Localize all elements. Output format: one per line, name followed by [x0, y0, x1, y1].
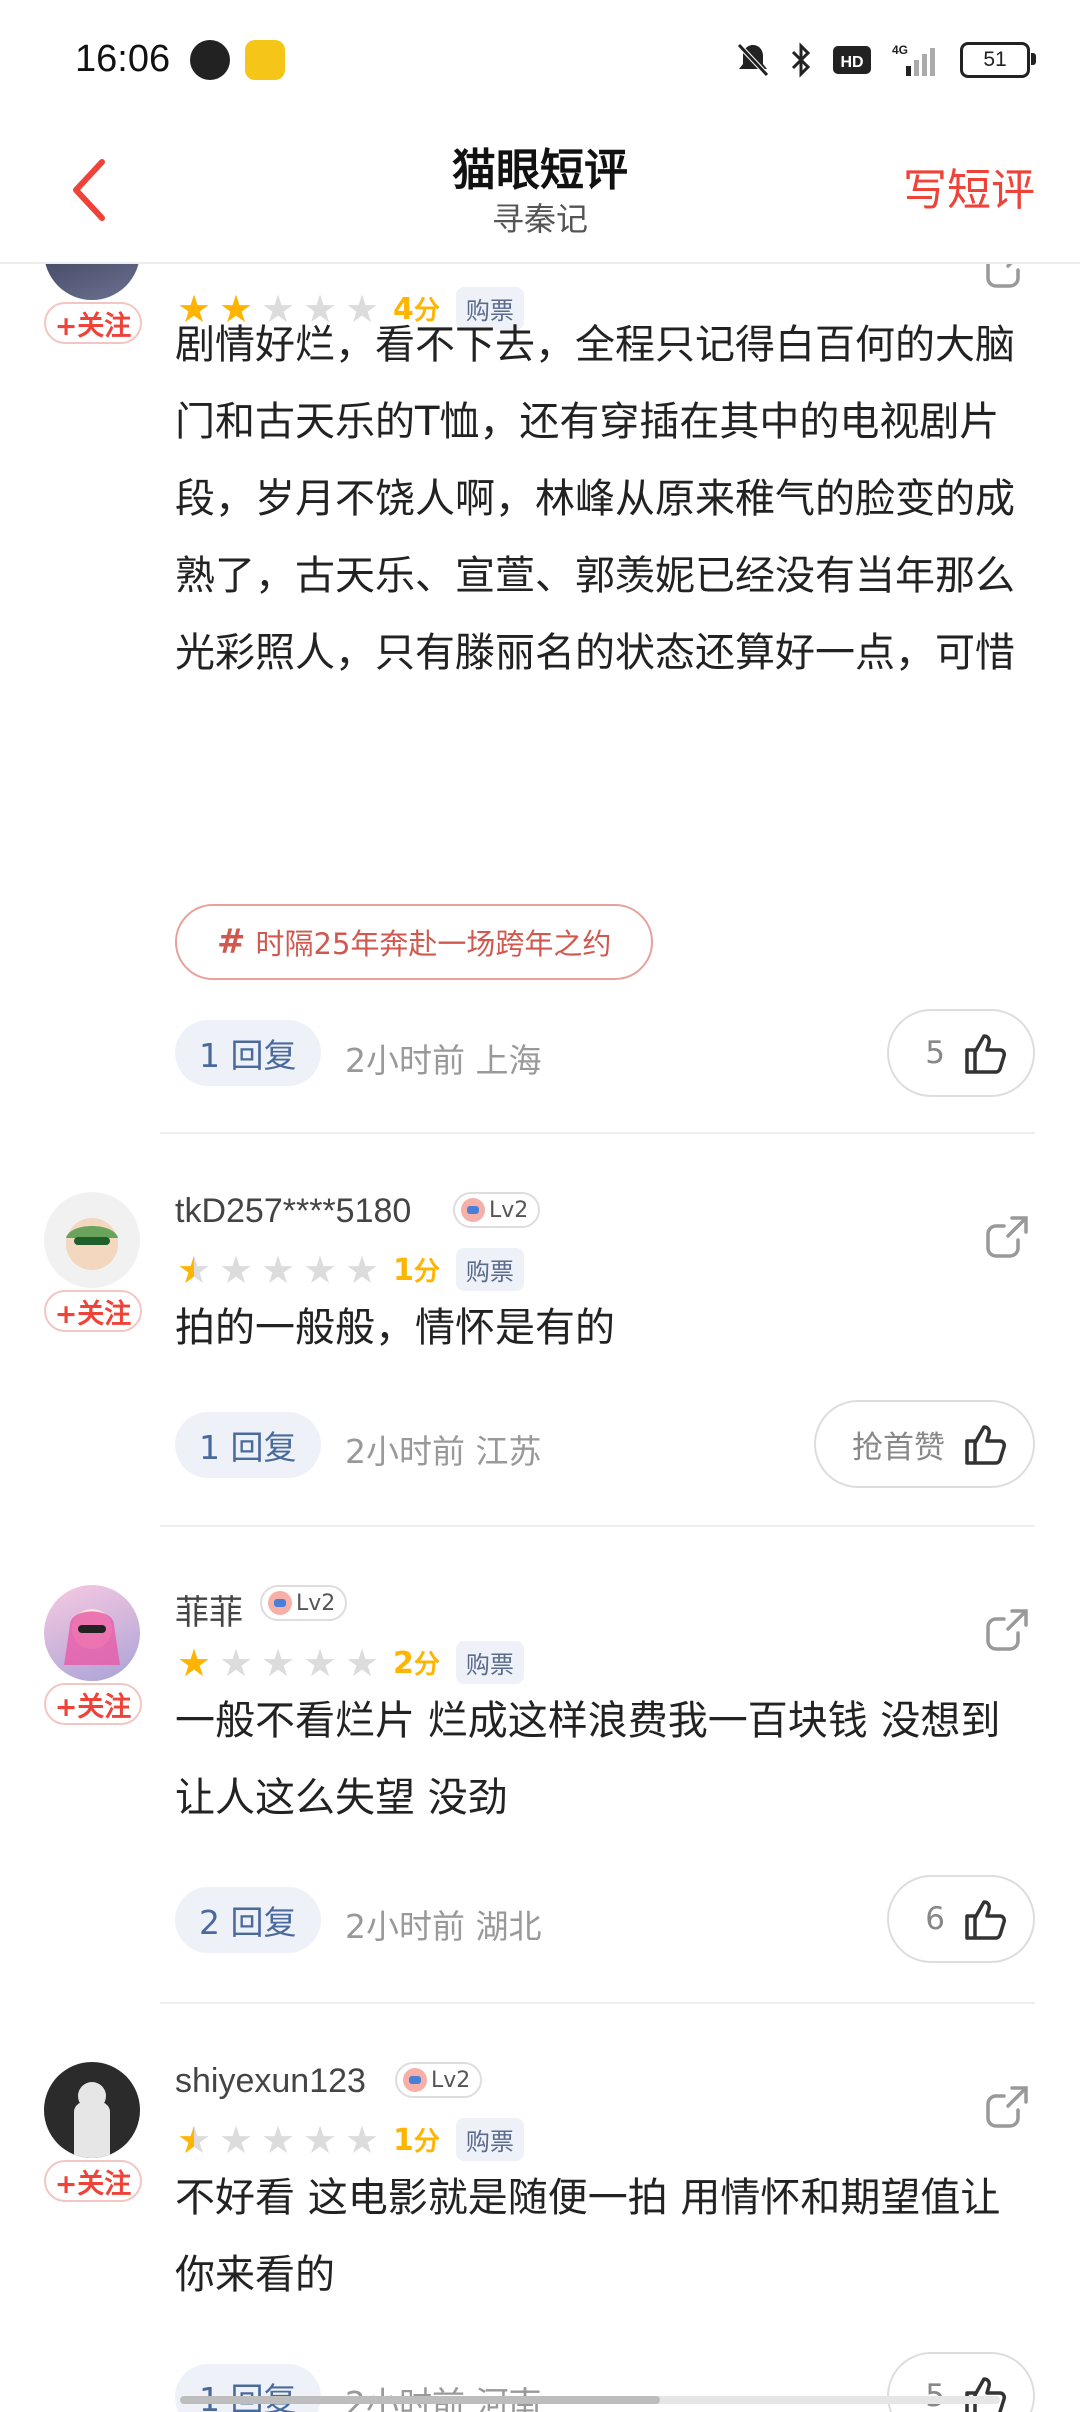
status-bar: 16:06 HD 4G 51 [0, 0, 1080, 120]
rating-stars: ★ ★ ★ ★ ★ 1分 购票 [175, 1248, 524, 1291]
review-text[interactable]: 拍的一般般，情怀是有的 [175, 1290, 1035, 1367]
avatar[interactable] [44, 2062, 140, 2158]
avatar[interactable] [44, 262, 140, 300]
review-text[interactable]: 不好看 这电影就是随便一拍 用情怀和期望值让你来看的 [175, 2160, 1035, 2314]
mail-notification-icon [245, 40, 285, 80]
review-meta: 2小时前 上海 [345, 1041, 542, 1080]
star-icon: ★ [344, 1640, 380, 1685]
share-icon[interactable] [982, 262, 1032, 292]
follow-button[interactable]: +关注 [44, 1290, 142, 1332]
reply-button[interactable]: 1 回复 [175, 1412, 321, 1478]
level-badge: Lv2 [395, 2062, 483, 2098]
divider [160, 1132, 1035, 1134]
star-icon: ★ [344, 2117, 380, 2162]
like-count: 5 [925, 1035, 945, 1071]
username[interactable]: shiyexun123 [175, 2062, 366, 2101]
signal-4g-icon: 4G [892, 43, 935, 76]
avatar[interactable] [44, 1585, 140, 1681]
reply-button[interactable]: 1 回复 [175, 2364, 321, 2412]
bluetooth-icon [791, 42, 811, 78]
like-button[interactable]: 5 [887, 1009, 1035, 1097]
divider [160, 2002, 1035, 2004]
star-icon: ★ [302, 1640, 338, 1685]
divider [160, 1525, 1035, 1527]
like-count: 抢首赞 [852, 1429, 945, 1466]
thumbs-up-icon [965, 1900, 1006, 1940]
thumbs-up-icon [965, 2377, 1006, 2412]
star-icon: ★ [344, 1247, 380, 1292]
bell-off-icon [737, 43, 769, 77]
rating-stars: ★ ★ ★ ★ ★ 2分 购票 [175, 1641, 524, 1684]
like-count: 6 [925, 1901, 945, 1937]
star-icon: ★ [176, 1640, 212, 1685]
nav-bar: 猫眼短评 寻秦记 写短评 [0, 120, 1080, 264]
share-icon[interactable] [982, 2082, 1032, 2132]
star-icon: ★ [218, 1247, 254, 1292]
level-badge: Lv2 [260, 1585, 348, 1621]
hd-icon: HD [833, 46, 871, 74]
like-button[interactable]: 6 [887, 1875, 1035, 1963]
username[interactable]: tkD257****5180 [175, 1192, 411, 1231]
like-count: 5 [925, 2378, 945, 2412]
hashtag-icon: # [217, 922, 246, 962]
score: 2分 [393, 1646, 440, 1681]
star-icon: ★ [176, 2117, 212, 2162]
scroll-indicator [180, 2396, 1000, 2404]
star-icon: ★ [218, 1640, 254, 1685]
ticket-badge: 购票 [455, 1641, 524, 1684]
review-meta: 2小时前 江苏 [345, 1432, 542, 1471]
score: 1分 [393, 1253, 440, 1288]
review-item: +关注 tkD257****5180 Lv2 ★ ★ ★ ★ ★ 1分 购票 拍… [0, 1192, 1080, 1522]
follow-button[interactable]: +关注 [44, 1683, 142, 1725]
star-icon: ★ [260, 2117, 296, 2162]
review-list[interactable]: +关注 ★ ★ ★ ★ ★ 4分 购票 剧情好烂，看不下去，全程只记得白百何的大… [0, 262, 1080, 2412]
level-badge: Lv2 [453, 1192, 541, 1228]
thumbs-up-icon [965, 1425, 1006, 1465]
like-button[interactable]: 抢首赞 [814, 1400, 1035, 1488]
status-icons: HD 4G 51 [736, 40, 1036, 80]
topic-tag[interactable]: # 时隔25年奔赴一场跨年之约 [175, 904, 654, 980]
review-meta: 2小时前 河南 [345, 2377, 542, 2412]
review-item: +关注 ★ ★ ★ ★ ★ 4分 购票 剧情好烂，看不下去，全程只记得白百何的大… [0, 262, 1080, 1132]
share-icon[interactable] [982, 1605, 1032, 1655]
review-meta: 2小时前 湖北 [345, 1907, 542, 1946]
reply-button[interactable]: 2 回复 [175, 1887, 321, 1953]
star-icon: ★ [302, 1247, 338, 1292]
score: 1分 [393, 2123, 440, 2158]
review-item: +关注 菲菲 Lv2 ★ ★ ★ ★ ★ 2分 购票 一般不看烂片 烂成这样浪费… [0, 1585, 1080, 2005]
review-item: +关注 shiyexun123 Lv2 ★ ★ ★ ★ ★ 1分 购票 不好看 … [0, 2062, 1080, 2412]
follow-button[interactable]: +关注 [44, 302, 142, 344]
rating-stars: ★ ★ ★ ★ ★ 1分 购票 [175, 2118, 524, 2161]
share-icon[interactable] [982, 1212, 1032, 1262]
review-text[interactable]: 一般不看烂片 烂成这样浪费我一百块钱 没想到让人这么失望 没劲 [175, 1683, 1035, 1837]
username[interactable]: 菲菲 [175, 1585, 243, 1634]
thumbs-up-icon [965, 1034, 1006, 1074]
app-notification-icon [190, 40, 230, 80]
write-review-button[interactable]: 写短评 [903, 154, 1035, 218]
star-icon: ★ [218, 2117, 254, 2162]
star-icon: ★ [302, 2117, 338, 2162]
svg-text:4G: 4G [892, 43, 908, 57]
battery-icon: 51 [960, 42, 1036, 78]
ticket-badge: 购票 [455, 1248, 524, 1291]
review-text[interactable]: 剧情好烂，看不下去，全程只记得白百何的大脑门和古天乐的T恤，还有穿插在其中的电视… [175, 307, 1035, 692]
svg-text:HD: HD [840, 54, 863, 71]
star-icon: ★ [260, 1247, 296, 1292]
reply-button[interactable]: 1 回复 [175, 1020, 321, 1086]
star-icon: ★ [260, 1640, 296, 1685]
follow-button[interactable]: +关注 [44, 2160, 142, 2202]
star-icon: ★ [176, 1247, 212, 1292]
avatar[interactable] [44, 1192, 140, 1288]
ticket-badge: 购票 [455, 2118, 524, 2161]
status-time: 16:06 [75, 38, 171, 80]
